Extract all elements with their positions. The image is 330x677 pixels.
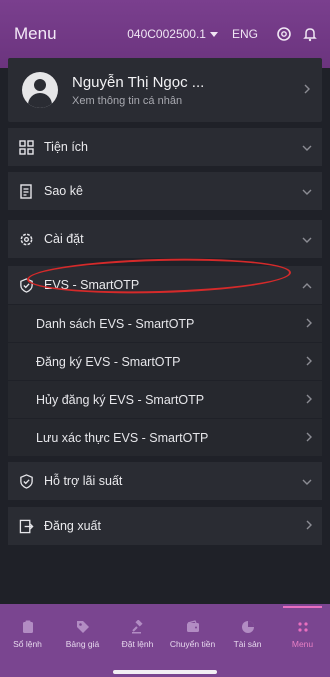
submenu-item-evs-list[interactable]: Danh sách EVS - SmartOTP [8, 305, 322, 342]
tab-menu[interactable]: Menu [275, 604, 330, 664]
tab-transfer[interactable]: Chuyển tiền [165, 604, 220, 664]
chevron-down-icon [302, 472, 312, 490]
submenu-item-label: Hủy đăng ký EVS - SmartOTP [36, 392, 205, 407]
chevron-up-icon [302, 276, 312, 294]
tab-orders[interactable]: Sổ lệnh [0, 604, 55, 664]
avatar [22, 72, 58, 108]
tab-label: Đặt lệnh [121, 638, 154, 649]
logout-icon [18, 518, 34, 534]
wallet-icon [186, 620, 200, 634]
account-selector[interactable]: 040C002500.1 [127, 27, 218, 41]
menu-item-logout[interactable]: Đăng xuất [8, 507, 322, 545]
bell-icon[interactable] [300, 24, 320, 44]
settings-icon[interactable] [274, 24, 294, 44]
tab-label: Tài sản [233, 638, 262, 649]
bottom-tab-bar: Sổ lệnh Bảng giá Đặt lệnh Chuyển tiền Tà… [0, 604, 330, 677]
tab-place-order[interactable]: Đặt lệnh [110, 604, 165, 664]
submenu-item-evs-register[interactable]: Đăng ký EVS - SmartOTP [8, 343, 322, 380]
gavel-icon [131, 619, 145, 634]
dots-grid-icon [296, 620, 310, 634]
chevron-right-icon [304, 83, 310, 97]
chevron-down-icon [302, 230, 312, 248]
chevron-down-icon [302, 138, 312, 156]
chevron-right-icon [306, 517, 312, 535]
submenu-item-label: Danh sách EVS - SmartOTP [36, 316, 195, 331]
menu-item-utilities[interactable]: Tiện ích [8, 128, 322, 166]
menu-item-interest-support[interactable]: Hỗ trợ lãi suất [8, 462, 322, 500]
profile-card[interactable]: Nguyễn Thị Ngọc ... Xem thông tin cá nhâ… [8, 58, 322, 122]
submenu-item-label: Đăng ký EVS - SmartOTP [36, 354, 181, 369]
submenu-item-label: Lưu xác thực EVS - SmartOTP [36, 430, 209, 445]
chevron-down-icon [302, 182, 312, 200]
submenu-item-evs-cancel[interactable]: Hủy đăng ký EVS - SmartOTP [8, 381, 322, 418]
chevron-right-icon [306, 391, 312, 409]
profile-subtitle: Xem thông tin cá nhân [72, 94, 183, 107]
account-number: 040C002500.1 [127, 27, 206, 41]
tab-label: Chuyển tiền [169, 638, 216, 649]
tab-label: Bảng giá [65, 638, 100, 649]
tag-icon [76, 620, 90, 634]
language-switch[interactable]: ENG [232, 27, 258, 41]
submenu-item-evs-save[interactable]: Lưu xác thực EVS - SmartOTP [8, 419, 322, 456]
grid-icon [18, 139, 34, 155]
chevron-right-icon [306, 353, 312, 371]
menu-item-label: Sao kê [44, 184, 83, 198]
caret-down-icon [209, 27, 218, 41]
pie-chart-icon [241, 620, 255, 634]
menu-item-settings[interactable]: Cài đặt [8, 220, 322, 258]
home-indicator[interactable] [113, 670, 217, 674]
document-icon [18, 183, 34, 199]
gear-icon [18, 231, 34, 247]
tab-price-board[interactable]: Bảng giá [55, 604, 110, 664]
tab-label: Sổ lệnh [13, 638, 42, 649]
menu-item-label: Cài đặt [44, 232, 84, 246]
chevron-right-icon [306, 429, 312, 447]
page-title: Menu [14, 24, 57, 43]
tab-assets[interactable]: Tài sản [220, 604, 275, 664]
menu-item-label: Tiện ích [44, 140, 89, 154]
shield-check-icon [18, 473, 34, 489]
tab-label: Menu [291, 638, 314, 649]
menu-item-statements[interactable]: Sao kê [8, 172, 322, 210]
clipboard-icon [21, 620, 35, 634]
menu-item-label: Hỗ trợ lãi suất [44, 474, 123, 488]
menu-item-label: Đăng xuất [44, 519, 101, 533]
chevron-right-icon [306, 315, 312, 333]
profile-name: Nguyễn Thị Ngọc ... [72, 73, 205, 91]
